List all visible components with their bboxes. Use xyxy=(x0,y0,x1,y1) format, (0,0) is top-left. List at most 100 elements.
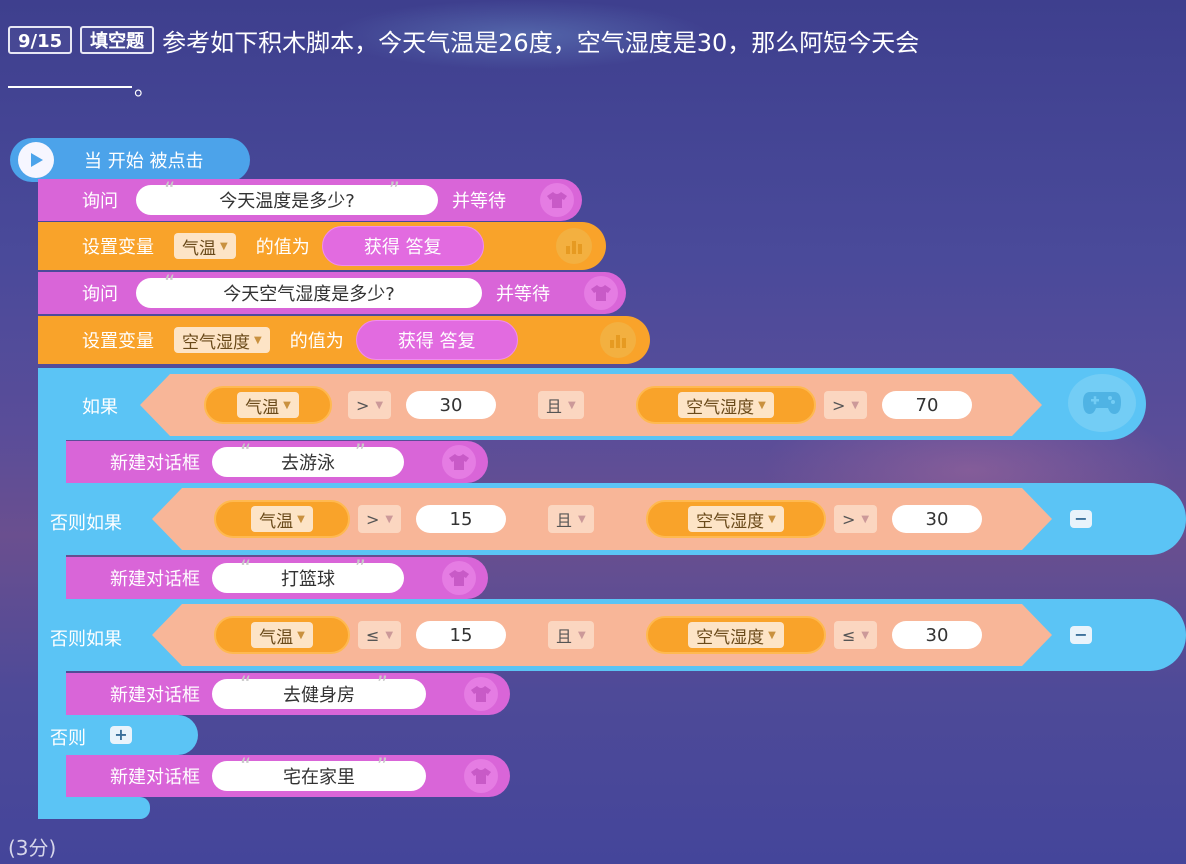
if-condition-1[interactable]: 气温 ▼ > ▼ 30 且 ▼ 空气湿度 ▼ > ▼ 70 xyxy=(140,374,1042,436)
elif1-op2-dropdown[interactable]: > ▼ xyxy=(834,505,878,533)
chevron-down-icon: ▼ xyxy=(768,629,776,641)
elif2-var1-dropdown[interactable]: 气温 ▼ xyxy=(251,622,313,648)
say-text-2: 打篮球 xyxy=(281,569,335,590)
remove-branch-button-1[interactable]: − xyxy=(1070,510,1092,528)
say-block-3[interactable]: 新建对话框 “ 去健身房 ” xyxy=(66,673,510,715)
elif2-var1-reporter[interactable]: 气温 ▼ xyxy=(214,616,350,654)
if-val2-input[interactable]: 70 xyxy=(882,391,972,419)
set-variable-block-1[interactable]: 设置变量 气温 ▼ 的值为 获得 答复 xyxy=(38,222,606,270)
if-op1-dropdown[interactable]: > ▼ xyxy=(348,391,392,419)
elif-label-1: 否则如果 xyxy=(50,513,122,534)
close-quote-icon: ” xyxy=(376,673,388,698)
open-quote-icon: “ xyxy=(164,179,176,204)
chevron-down-icon: ▼ xyxy=(254,334,262,346)
elif2-and-dropdown[interactable]: 且 ▼ xyxy=(548,621,594,649)
open-quote-icon: “ xyxy=(240,441,252,466)
question-type-badge: 填空题 xyxy=(80,26,155,54)
elif2-val2-input[interactable]: 30 xyxy=(892,621,982,649)
open-quote-icon: “ xyxy=(164,272,176,297)
ask-label-2: 询问 xyxy=(82,284,118,305)
elif1-var1-reporter[interactable]: 气温 ▼ xyxy=(214,500,350,538)
question-period: 。 xyxy=(134,76,157,101)
elif2-var2-reporter[interactable]: 空气湿度 ▼ xyxy=(646,616,826,654)
say-text-input-4[interactable]: “ 宅在家里 ” xyxy=(212,755,426,791)
elif1-val2-input[interactable]: 30 xyxy=(892,505,982,533)
answer-blank[interactable] xyxy=(8,86,132,88)
chevron-down-icon: ▼ xyxy=(578,629,586,641)
if-op1: > xyxy=(356,395,370,415)
if-var2-dropdown[interactable]: 空气湿度 ▼ xyxy=(678,392,774,418)
open-quote-icon: “ xyxy=(240,673,252,698)
set-variable-block-2[interactable]: 设置变量 空气湿度 ▼ 的值为 获得 答复 xyxy=(38,316,650,364)
chevron-down-icon: ▼ xyxy=(283,399,291,411)
elif2-op2-dropdown[interactable]: ≤ ▼ xyxy=(834,621,878,649)
elif2-op2: ≤ xyxy=(842,625,856,645)
say-block-4[interactable]: 新建对话框 “ 宅在家里 ” xyxy=(66,755,510,797)
if-block-footer xyxy=(38,797,150,819)
add-branch-button[interactable]: + xyxy=(110,726,132,744)
say-text-input-3[interactable]: “ 去健身房 ” xyxy=(212,673,426,709)
shirt-icon xyxy=(584,276,618,310)
get-answer-label-2: 获得 答复 xyxy=(397,331,476,352)
say-block-1[interactable]: 新建对话框 “ 去游泳 ” xyxy=(66,441,488,483)
set-value-label-1: 的值为 xyxy=(255,237,310,258)
say-text-3: 去健身房 xyxy=(283,685,355,706)
elif1-var1: 气温 xyxy=(259,511,294,532)
when-start-clicked-block[interactable]: 当 开始 被点击 xyxy=(10,138,250,182)
elif1-op1-dropdown[interactable]: > ▼ xyxy=(358,505,402,533)
ask-text-2: 今天空气湿度是多少? xyxy=(223,284,395,305)
elif1-op1: > xyxy=(366,509,380,529)
chevron-down-icon: ▼ xyxy=(220,240,228,252)
if-and-dropdown[interactable]: 且 ▼ xyxy=(538,391,584,419)
elif2-var2-dropdown[interactable]: 空气湿度 ▼ xyxy=(688,622,784,648)
elif2-op1: ≤ xyxy=(366,625,380,645)
if-val1-input[interactable]: 30 xyxy=(406,391,496,419)
variable-dropdown-2[interactable]: 空气湿度 ▼ xyxy=(174,327,270,353)
chevron-down-icon: ▼ xyxy=(851,399,860,411)
close-quote-icon: ” xyxy=(354,441,366,466)
if-and: 且 xyxy=(546,397,563,416)
elif1-var1-dropdown[interactable]: 气温 ▼ xyxy=(251,506,313,532)
get-answer-reporter-1[interactable]: 获得 答复 xyxy=(321,226,484,266)
elif-condition-1[interactable]: 气温 ▼ > ▼ 15 且 ▼ 空气湿度 ▼ > ▼ 30 xyxy=(152,488,1052,550)
get-answer-reporter-2[interactable]: 获得 答复 xyxy=(355,320,518,360)
chevron-down-icon: ▼ xyxy=(768,513,776,525)
variable-dropdown-1[interactable]: 气温 ▼ xyxy=(174,233,236,259)
elif1-var2-reporter[interactable]: 空气湿度 ▼ xyxy=(646,500,826,538)
elif1-and-dropdown[interactable]: 且 ▼ xyxy=(548,505,594,533)
say-label-2: 新建对话框 xyxy=(110,569,200,590)
chevron-down-icon: ▼ xyxy=(385,629,394,641)
shirt-icon xyxy=(464,759,498,793)
elif1-var2-dropdown[interactable]: 空气湿度 ▼ xyxy=(688,506,784,532)
chevron-down-icon: ▼ xyxy=(758,399,766,411)
elif2-var1: 气温 xyxy=(259,627,294,648)
elif2-op1-dropdown[interactable]: ≤ ▼ xyxy=(358,621,402,649)
elif2-val1-input[interactable]: 15 xyxy=(416,621,506,649)
shirt-icon xyxy=(464,677,498,711)
remove-branch-button-2[interactable]: − xyxy=(1070,626,1092,644)
question-text: 参考如下积木脚本，今天气温是26度，空气湿度是30，那么阿短今天会 xyxy=(162,28,920,57)
chevron-down-icon: ▼ xyxy=(578,513,586,525)
if-op2: > xyxy=(832,395,846,415)
elif-condition-2[interactable]: 气温 ▼ ≤ ▼ 15 且 ▼ 空气湿度 ▼ ≤ ▼ 30 xyxy=(152,604,1052,666)
say-text-input-2[interactable]: “ 打篮球 ” xyxy=(212,557,404,593)
if-op2-dropdown[interactable]: > ▼ xyxy=(824,391,868,419)
question-header: 9/15 填空题 参考如下积木脚本，今天气温是26度，空气湿度是30，那么阿短今… xyxy=(8,23,919,57)
say-text-4: 宅在家里 xyxy=(283,767,355,788)
ask-block-2[interactable]: 询问 “ 今天空气湿度是多少? ” 并等待 xyxy=(38,272,626,314)
chevron-down-icon: ▼ xyxy=(297,513,305,525)
ask-block-1[interactable]: 询问 “ 今天温度是多少? ” 并等待 xyxy=(38,179,582,221)
if-var1-reporter[interactable]: 气温 ▼ xyxy=(204,386,332,424)
chevron-down-icon: ▼ xyxy=(861,629,870,641)
ask-text-input-2[interactable]: “ 今天空气湿度是多少? ” xyxy=(136,272,482,308)
question-progress-badge: 9/15 xyxy=(8,26,73,54)
elif1-val1-input[interactable]: 15 xyxy=(416,505,506,533)
say-label-1: 新建对话框 xyxy=(110,453,200,474)
say-block-2[interactable]: 新建对话框 “ 打篮球 ” xyxy=(66,557,488,599)
if-var1-dropdown[interactable]: 气温 ▼ xyxy=(237,392,299,418)
chart-icon xyxy=(556,228,592,264)
ask-text-input-1[interactable]: “ 今天温度是多少? ” xyxy=(136,179,438,215)
if-var2-reporter[interactable]: 空气湿度 ▼ xyxy=(636,386,816,424)
say-text-input-1[interactable]: “ 去游泳 ” xyxy=(212,441,404,477)
set-label-2: 设置变量 xyxy=(82,331,154,352)
